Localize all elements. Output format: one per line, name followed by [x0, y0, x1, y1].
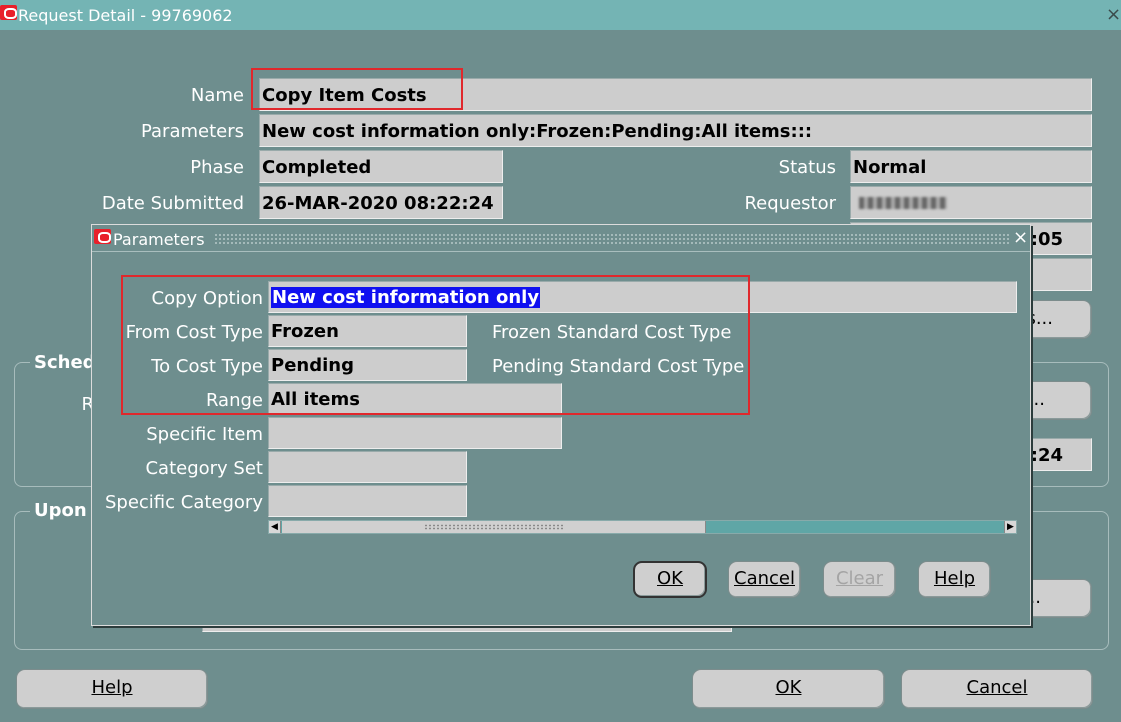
close-icon[interactable]: ×: [1106, 6, 1121, 24]
highlight-box-parameters: [121, 275, 750, 415]
dialog-cancel-label: Cancel: [734, 568, 795, 589]
date-submitted-label: Date Submitted: [101, 193, 244, 214]
title-divider: [92, 251, 1030, 252]
requestor-field[interactable]: [850, 186, 1092, 219]
dialog-title: Parameters: [113, 230, 205, 249]
phase-field[interactable]: Completed: [259, 150, 503, 183]
footer-cancel-label: Cancel: [966, 677, 1028, 698]
window-title-bar: Request Detail - 99769062 ×: [0, 0, 1121, 30]
dialog-help-label: Help: [933, 568, 976, 589]
horizontal-scrollbar[interactable]: ◀ ▶: [268, 520, 1017, 534]
specific-item-field[interactable]: [268, 417, 562, 449]
specific-item-label: Specific Item: [146, 424, 263, 445]
requestor-label: Requestor: [744, 193, 836, 214]
footer-help-label: Help: [91, 677, 133, 698]
parameters-label: Parameters: [140, 121, 244, 142]
parameters-field[interactable]: New cost information only:Frozen:Pending…: [259, 114, 1092, 147]
footer-help-button[interactable]: Help: [16, 669, 208, 709]
category-set-field[interactable]: [268, 451, 467, 483]
dialog-cancel-button[interactable]: Cancel: [728, 561, 801, 598]
status-label: Status: [778, 157, 836, 178]
dialog-close-icon[interactable]: ×: [1013, 229, 1028, 247]
phase-label: Phase: [190, 157, 244, 178]
footer-ok-button[interactable]: OK: [692, 669, 885, 709]
dialog-clear-button[interactable]: Clear: [823, 561, 896, 598]
parameters-dialog: Parameters × Copy Option New cost inform…: [91, 224, 1031, 626]
scrollbar-thumb[interactable]: [282, 521, 706, 533]
dialog-clear-label: Clear: [835, 568, 884, 589]
date-submitted-field[interactable]: 26-MAR-2020 08:22:24: [259, 186, 503, 219]
oracle-icon: [94, 229, 111, 244]
window-title: Request Detail - 99769062: [18, 6, 233, 25]
dialog-help-button[interactable]: Help: [918, 561, 991, 598]
blurred-name: [859, 197, 947, 209]
thumb-grip: [424, 524, 564, 530]
title-bar-texture: [214, 233, 1010, 244]
dialog-title-bar: Parameters ×: [92, 225, 1030, 251]
status-field[interactable]: Normal: [850, 150, 1092, 183]
oracle-icon: [0, 5, 17, 20]
specific-category-field[interactable]: [268, 485, 467, 517]
dialog-ok-button[interactable]: OK: [633, 561, 707, 598]
footer-cancel-button[interactable]: Cancel: [901, 669, 1093, 709]
name-label: Name: [190, 85, 244, 106]
dialog-ok-label: OK: [657, 568, 683, 589]
category-set-label: Category Set: [145, 458, 263, 479]
schedule-group-title: Sched: [30, 352, 100, 373]
scroll-right-icon[interactable]: ▶: [1004, 521, 1016, 533]
scroll-left-icon[interactable]: ◀: [269, 521, 281, 533]
highlight-box-name: [251, 68, 463, 110]
footer-ok-label: OK: [775, 677, 802, 698]
upon-completion-title: Upon: [30, 500, 91, 521]
specific-category-label: Specific Category: [104, 492, 263, 513]
